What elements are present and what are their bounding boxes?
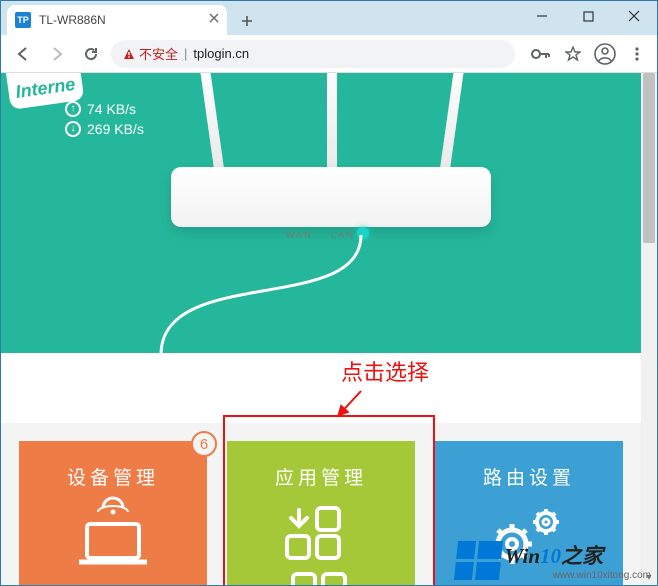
device-management-card[interactable]: 6 设备管理 xyxy=(19,441,207,585)
device-title: 设备管理 xyxy=(67,463,159,490)
window-controls xyxy=(519,1,657,31)
scrollbar-thumb[interactable] xyxy=(643,73,655,243)
router-illustration: WAN LAN xyxy=(131,73,551,283)
page-content: Interne ↑74 KB/s ↓269 KB/s WAN LAN 点击选择 xyxy=(1,73,657,585)
upload-speed: 74 KB/s xyxy=(87,101,136,117)
antenna-icon xyxy=(439,73,464,175)
windows-logo-icon xyxy=(454,541,503,580)
new-tab-button[interactable] xyxy=(233,7,261,35)
address-bar: 不安全 | tplogin.cn xyxy=(1,35,657,73)
upload-icon: ↑ xyxy=(65,101,81,117)
url-separator: | xyxy=(184,46,187,61)
menu-icon[interactable] xyxy=(625,42,649,66)
url-text: tplogin.cn xyxy=(193,46,249,61)
antenna-icon xyxy=(199,73,224,175)
reload-button[interactable] xyxy=(77,40,105,68)
titlebar: TP TL-WR886N xyxy=(1,1,657,35)
insecure-label: 不安全 xyxy=(139,44,178,63)
tab-title: TL-WR886N xyxy=(39,13,106,27)
favicon-icon: TP xyxy=(15,12,31,28)
laptop-icon xyxy=(73,504,153,574)
key-icon[interactable] xyxy=(529,42,553,66)
browser-window: TP TL-WR886N 不安全 | tplogin.cn xyxy=(0,0,658,586)
watermark: Win10之家 www.win10xitong.com xyxy=(456,540,651,581)
maximize-button[interactable] xyxy=(565,1,611,31)
download-icon: ↓ xyxy=(65,121,81,137)
annotation-text: 点击选择 xyxy=(341,355,429,387)
device-count-badge: 6 xyxy=(191,431,217,457)
window-close-button[interactable] xyxy=(611,1,657,31)
tab-close-icon[interactable] xyxy=(209,12,219,26)
star-icon[interactable] xyxy=(561,42,585,66)
watermark-url: www.win10xitong.com xyxy=(553,570,651,581)
minimize-button[interactable] xyxy=(519,1,565,31)
url-box[interactable]: 不安全 | tplogin.cn xyxy=(111,40,515,68)
app-title: 应用管理 xyxy=(275,463,367,490)
antenna-icon xyxy=(327,73,337,175)
apps-icon-row2 xyxy=(291,572,351,585)
back-button[interactable] xyxy=(9,40,37,68)
route-title: 路由设置 xyxy=(483,463,575,490)
forward-button[interactable] xyxy=(43,40,71,68)
app-management-card[interactable]: 应用管理 xyxy=(227,441,415,585)
watermark-brand: Win10之家 xyxy=(505,544,603,568)
vertical-scrollbar[interactable]: ▾ xyxy=(641,73,657,585)
hero-panel: Interne ↑74 KB/s ↓269 KB/s WAN LAN xyxy=(1,73,641,353)
router-body-icon xyxy=(171,167,491,227)
insecure-icon: 不安全 xyxy=(123,44,178,63)
browser-tab[interactable]: TP TL-WR886N xyxy=(7,5,227,35)
profile-icon[interactable] xyxy=(593,42,617,66)
cable-icon xyxy=(201,235,471,335)
